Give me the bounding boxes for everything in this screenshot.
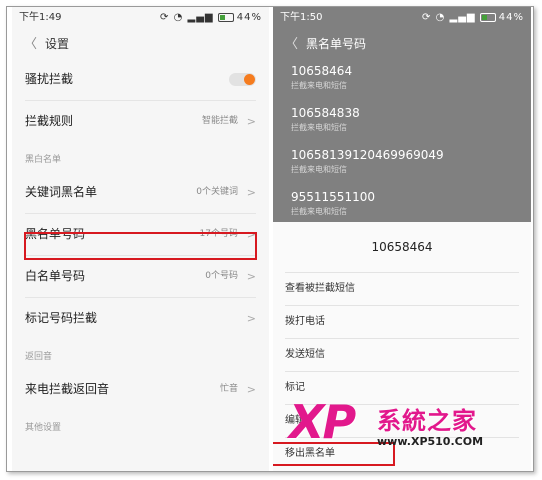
signal-icon: ▂▄▆ — [449, 12, 476, 23]
row-value: 17个号码 — [199, 229, 238, 239]
harassment-block-toggle[interactable] — [229, 73, 256, 86]
chevron-right-icon: > — [246, 115, 256, 128]
status-time: 下午1:50 — [280, 12, 323, 23]
back-arrow-icon[interactable]: 〈 — [24, 37, 37, 52]
watermark-logo: XP 系統之家 www.XP510.COM — [289, 395, 519, 457]
toggle-knob — [244, 74, 255, 85]
row-label: 拦截规则 — [25, 114, 74, 128]
chevron-right-icon: > — [246, 228, 256, 241]
row-value: 智能拦截 — [201, 116, 238, 126]
harassment-block-row[interactable]: 骚扰拦截 — [25, 59, 256, 101]
page-title: 黑名单号码 — [306, 37, 367, 51]
blacklist-number: 10658483​8 — [291, 106, 360, 120]
blacklist-description: 拦截来电和短信 — [291, 165, 347, 174]
keyword-blacklist-row[interactable]: 关键词黑名单 0个关键词 > — [25, 172, 256, 214]
marked-number-block-row[interactable]: 标记号码拦截 > — [25, 298, 256, 339]
watermark-text: 系統之家 — [377, 407, 477, 435]
status-bar: 下午1:50 ⟳ ◔ ▂▄▆ 44% — [273, 7, 531, 29]
wifi-icon: ◔ — [173, 12, 184, 23]
row-label: 骚扰拦截 — [25, 72, 74, 86]
watermark-xp-mark: XP — [289, 395, 356, 449]
battery-icon — [217, 12, 234, 22]
blacklist-number: 95511551100 — [291, 190, 375, 204]
view-blocked-sms-option[interactable]: 查看被拦截短信 — [285, 272, 519, 305]
section-header-other: 其他设置 — [25, 423, 62, 433]
row-label: 黑名单号码 — [25, 227, 86, 241]
chevron-right-icon: > — [246, 270, 256, 283]
call-option[interactable]: 拨打电话 — [285, 305, 519, 338]
status-icons: ⟳ ◔ ▂▄▆ 44% — [422, 7, 524, 29]
action-sheet-title: 10658464 — [371, 240, 433, 254]
battery-level: 44% — [236, 12, 262, 23]
block-rules-row[interactable]: 拦截规则 智能拦截 > — [25, 101, 256, 142]
chevron-right-icon: > — [246, 186, 256, 199]
blacklist-item[interactable]: 10658464 拦截来电和短信 — [273, 59, 531, 101]
screenshot-frame: 下午1:49 ⟳ ◔ ▂▄▆ 44% 〈设置 骚扰拦截 拦截规则 智能拦截 > … — [6, 6, 534, 472]
row-value: 忙音 — [219, 384, 238, 394]
whitelist-numbers-row[interactable]: 白名单号码 0个号码 > — [25, 256, 256, 298]
section-header-blacklist: 黑白名单 — [25, 155, 62, 165]
dimmed-list-area: 下午1:50 ⟳ ◔ ▂▄▆ 44% 〈黑名单号码 10658464 拦截来电和… — [273, 7, 531, 232]
settings-screen: 下午1:49 ⟳ ◔ ▂▄▆ 44% 〈设置 骚扰拦截 拦截规则 智能拦截 > … — [12, 7, 269, 471]
back-arrow-icon[interactable]: 〈 — [285, 37, 298, 52]
wifi-icon: ◔ — [435, 12, 446, 23]
battery-icon — [479, 12, 496, 22]
blacklist-number: 10658464 — [291, 64, 353, 78]
send-sms-option[interactable]: 发送短信 — [285, 338, 519, 371]
title-bar: 〈黑名单号码 — [273, 29, 531, 59]
blacklist-description: 拦截来电和短信 — [291, 207, 347, 216]
watermark-url: www.XP510.COM — [377, 435, 484, 448]
page-title: 设置 — [45, 37, 70, 51]
signal-icon: ▂▄▆ — [187, 12, 214, 23]
battery-level: 44% — [498, 12, 524, 23]
blacklist-number: 1065813912046996​9049 — [291, 148, 444, 162]
blacklist-description: 拦截来电和短信 — [291, 81, 347, 90]
status-bar: 下午1:49 ⟳ ◔ ▂▄▆ 44% — [12, 7, 269, 29]
row-value: 0个号码 — [205, 271, 238, 281]
title-bar: 〈设置 — [12, 29, 269, 59]
row-label: 标记号码拦截 — [25, 311, 98, 325]
blacklist-numbers-row[interactable]: 黑名单号码 17个号码 > — [25, 214, 256, 256]
row-value: 0个关键词 — [196, 187, 238, 197]
row-label: 白名单号码 — [25, 269, 86, 283]
row-label: 关键词黑名单 — [25, 185, 98, 199]
ringback-tone-row[interactable]: 来电拦截返回音 忙音 > — [25, 369, 256, 410]
sync-icon: ⟳ — [160, 12, 170, 23]
sync-icon: ⟳ — [422, 12, 432, 23]
blacklist-item[interactable]: 1065813912046996​9049 拦截来电和短信 — [273, 143, 531, 185]
status-icons: ⟳ ◔ ▂▄▆ 44% — [160, 7, 262, 29]
status-time: 下午1:49 — [19, 12, 62, 23]
chevron-right-icon: > — [246, 312, 256, 325]
blacklist-description: 拦截来电和短信 — [291, 123, 347, 132]
row-label: 来电拦截返回音 — [25, 382, 110, 396]
chevron-right-icon: > — [246, 383, 256, 396]
blacklist-item[interactable]: 10658483​8 拦截来电和短信 — [273, 101, 531, 143]
section-header-ringback: 返回音 — [25, 352, 53, 362]
